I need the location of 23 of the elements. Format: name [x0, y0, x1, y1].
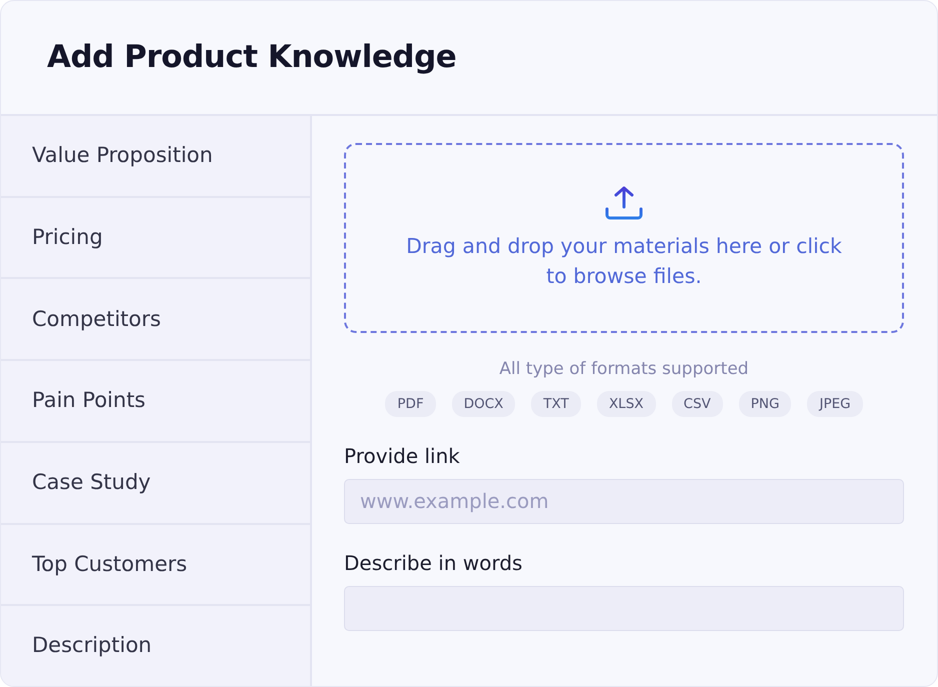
- input-field[interactable]: www.example.com: [344, 478, 904, 524]
- field-label: Describe in words: [344, 550, 524, 577]
- file-drop-zone[interactable]: Drag and drop your materials here or click to browse files.: [344, 143, 904, 333]
- format-tag: CSV: [672, 390, 723, 417]
- sidebar-item[interactable]: Pricing: [1, 198, 310, 280]
- sidebar-item[interactable]: Top Customers: [1, 524, 310, 606]
- upload-icon: [604, 185, 644, 221]
- input-field[interactable]: [344, 586, 904, 631]
- sidebar-item[interactable]: Competitors: [1, 279, 310, 362]
- format-tag: XLSX: [596, 390, 656, 417]
- sidebar-item[interactable]: Description: [1, 606, 310, 686]
- sidebar-item[interactable]: Value Proposition: [1, 116, 310, 198]
- dialog-title: Add Product Knowledge: [47, 38, 456, 76]
- sidebar-item[interactable]: Pain Points: [1, 361, 310, 443]
- format-tag: PNG: [738, 390, 792, 417]
- format-tag: DOCX: [452, 390, 516, 417]
- drop-instructions: Drag and drop your materials here or click to browse files.: [405, 233, 843, 290]
- format-tag: TXT: [531, 390, 581, 417]
- sidebar-item[interactable]: Case Study: [1, 442, 310, 525]
- format-tag: JPEG: [807, 390, 863, 417]
- formats-note: All type of formats supported: [498, 358, 750, 381]
- format-tag: PDF: [385, 390, 436, 417]
- field-label: Provide link: [344, 442, 461, 470]
